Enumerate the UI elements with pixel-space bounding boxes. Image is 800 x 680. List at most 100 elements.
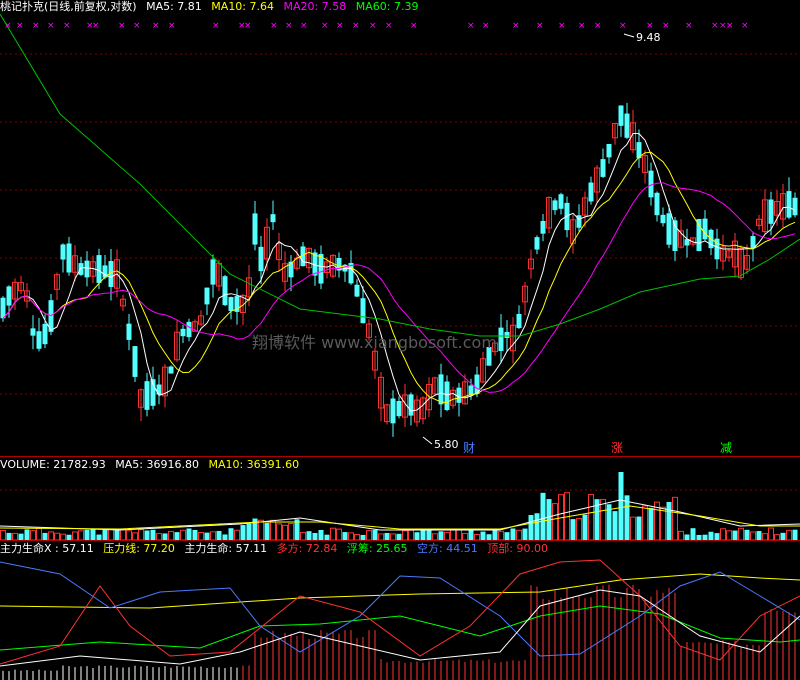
volume-bar <box>204 532 210 540</box>
volume-bar <box>450 528 456 540</box>
volume-bar <box>174 532 180 540</box>
event-label-jian[interactable]: 减 <box>720 441 732 455</box>
volume-bar <box>264 523 270 540</box>
volume-bar <box>258 519 264 540</box>
candle-body <box>270 214 276 223</box>
ma60-label: MA60: 7.39 <box>355 0 419 13</box>
signal-marker: × <box>578 21 586 31</box>
candle-body <box>360 298 366 324</box>
signal-marker: × <box>321 21 329 31</box>
candle-body <box>534 237 540 250</box>
volume-bar <box>138 529 144 540</box>
volume-bar <box>210 531 216 540</box>
volume-bar <box>786 529 792 540</box>
candle-body <box>498 327 504 352</box>
volume-bar <box>216 530 222 540</box>
volume-bar <box>552 503 558 540</box>
candle-body <box>396 400 402 417</box>
candle-body <box>552 200 558 211</box>
candle-body <box>78 263 84 275</box>
watermark: 翔博软件 www.xiangbosoft.com <box>252 333 497 352</box>
candle-body <box>786 191 792 218</box>
candle-body <box>258 246 264 272</box>
volume-chart[interactable] <box>0 472 800 540</box>
candle-body <box>132 346 138 377</box>
candle-body <box>666 213 672 245</box>
pressure-line <box>0 573 800 609</box>
candle-body <box>204 287 210 305</box>
volume-bar <box>456 528 462 540</box>
volume-bar <box>510 528 516 540</box>
volume-bar <box>126 530 132 540</box>
volume-label: VOLUME: 21782.93 <box>0 458 106 471</box>
signal-marker: × <box>385 21 393 31</box>
volume-bar <box>198 532 204 540</box>
volume-bar <box>234 529 240 540</box>
volume-bar <box>384 532 390 540</box>
candle-body <box>660 214 666 224</box>
candle-body <box>606 143 612 158</box>
volume-bar <box>780 532 786 540</box>
signal-marker: × <box>711 21 719 31</box>
volume-bar <box>540 492 546 540</box>
life-x-label: 主力生命X : 57.11 <box>0 542 94 555</box>
low-price-label: 5.80 <box>434 438 459 451</box>
signal-marker: × <box>352 21 360 31</box>
candle-body <box>0 297 6 319</box>
candle-body <box>768 199 774 224</box>
candle-body <box>42 323 48 345</box>
volume-bar <box>270 519 276 540</box>
volume-bar <box>48 531 54 540</box>
volume-bar <box>72 531 78 540</box>
short-label: 空方: 44.51 <box>417 542 478 555</box>
candle-body <box>558 194 564 209</box>
volume-bar <box>528 515 534 540</box>
price-header: 桃记扑克(日线,前复权,对数) MA5: 7.81 MA10: 7.64 MA2… <box>0 0 424 14</box>
signal-marker: × <box>270 21 278 31</box>
indicator-header: 主力生命X : 57.11 压力线: 77.20 主力生命: 57.11 多方:… <box>0 542 554 556</box>
panel-separator-2 <box>0 540 800 541</box>
signal-marker: × <box>92 21 100 31</box>
volume-bar <box>30 530 36 540</box>
volume-bar <box>192 529 198 540</box>
signal-marker: × <box>536 21 544 31</box>
high-price-label: 9.48 <box>636 31 661 44</box>
volume-bar <box>576 518 582 540</box>
event-label-cai[interactable]: 财 <box>463 441 475 455</box>
volume-bar <box>708 531 714 540</box>
price-chart[interactable]: × × × × × ×× × × × × × ×× × × × × × × × × × × × × × × × × × × × × × × × × 9… <box>0 14 800 456</box>
volume-bar <box>672 496 678 540</box>
volume-bar <box>648 507 654 540</box>
indicator-chart[interactable] <box>0 556 800 680</box>
signal-marker: × <box>152 21 160 31</box>
volume-bar <box>6 532 12 540</box>
candle-body <box>354 284 360 297</box>
volume-bar <box>414 532 420 540</box>
volume-bar <box>84 529 90 540</box>
candle-body <box>702 218 708 240</box>
volume-bar <box>102 528 108 540</box>
volume-bar <box>768 527 774 540</box>
signal-marker: × <box>16 21 24 31</box>
candle-body <box>438 374 444 405</box>
volume-ma10-line <box>0 505 800 530</box>
volume-bar <box>582 514 588 540</box>
signal-marker: × <box>63 21 71 31</box>
volume-bar <box>618 472 624 540</box>
volume-bar <box>336 528 342 540</box>
signal-marker: × <box>512 21 520 31</box>
volume-bar <box>690 528 696 540</box>
candle-body <box>30 328 36 336</box>
signal-marker: × <box>482 21 490 31</box>
candle-body <box>588 182 594 202</box>
volume-bar <box>480 531 486 540</box>
signal-marker: × <box>594 21 602 31</box>
volume-bar <box>372 529 378 540</box>
candle-body <box>168 366 174 374</box>
volume-bar <box>402 530 408 540</box>
event-label-zhang[interactable]: 涨 <box>611 440 623 455</box>
candle-body <box>618 105 624 126</box>
volume-bar <box>180 529 186 540</box>
signal-marker: × <box>685 21 693 31</box>
volume-bar <box>228 528 234 540</box>
